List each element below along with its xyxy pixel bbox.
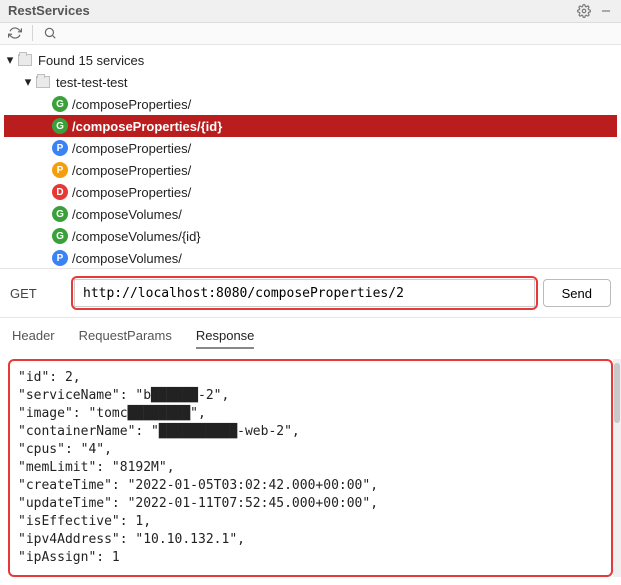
tree-item[interactable]: P/composeProperties/ xyxy=(4,159,617,181)
chevron-down-icon[interactable]: ▾ xyxy=(22,74,34,90)
search-icon[interactable] xyxy=(43,26,57,40)
method-badge: P xyxy=(52,140,68,156)
folder-icon xyxy=(36,76,50,88)
tree-item[interactable]: G/composeProperties/{id} xyxy=(4,115,617,137)
tree-item-label: /composeVolumes/{id} xyxy=(72,229,201,244)
tree-item[interactable]: G/composeVolumes/{id} xyxy=(4,225,617,247)
tree-item-label: /composeVolumes/ xyxy=(72,207,182,222)
service-tree: ▾ Found 15 services ▾ test-test-test G/c… xyxy=(0,45,621,268)
minimize-icon[interactable] xyxy=(599,4,613,18)
request-row: GET Send xyxy=(0,268,621,318)
tree-item[interactable]: D/composeProperties/ xyxy=(4,181,617,203)
tree-item[interactable]: P/composeProperties/ xyxy=(4,137,617,159)
tree-item[interactable]: P/composeVolumes/ xyxy=(4,247,617,268)
tree-project[interactable]: ▾ test-test-test xyxy=(4,71,617,93)
refresh-icon[interactable] xyxy=(8,26,22,40)
chevron-down-icon[interactable]: ▾ xyxy=(4,52,16,68)
method-badge: G xyxy=(52,96,68,112)
tree-item[interactable]: G/composeVolumes/ xyxy=(4,203,617,225)
tree-root-label: Found 15 services xyxy=(38,53,144,68)
titlebar: RestServices xyxy=(0,0,621,23)
response-area: "id": 2, "serviceName": "b██████-2", "im… xyxy=(8,359,613,577)
tree-project-label: test-test-test xyxy=(56,75,128,90)
method-badge: P xyxy=(52,162,68,178)
send-button[interactable]: Send xyxy=(543,279,611,307)
scrollbar-thumb[interactable] xyxy=(614,363,620,423)
tree-item[interactable]: G/composeProperties/ xyxy=(4,93,617,115)
gear-icon[interactable] xyxy=(577,4,591,18)
response-tabs: Header RequestParams Response xyxy=(0,318,621,359)
divider xyxy=(32,25,33,41)
tree-item-label: /composeProperties/{id} xyxy=(72,119,222,134)
folder-icon xyxy=(18,54,32,66)
url-input[interactable] xyxy=(74,279,535,307)
tree-item-label: /composeVolumes/ xyxy=(72,251,182,266)
method-badge: G xyxy=(52,206,68,222)
scrollbar[interactable] xyxy=(613,359,621,577)
tree-item-label: /composeProperties/ xyxy=(72,141,191,156)
tree-item-label: /composeProperties/ xyxy=(72,163,191,178)
toolbar xyxy=(0,23,621,46)
tree-item-label: /composeProperties/ xyxy=(72,185,191,200)
tab-header[interactable]: Header xyxy=(12,328,55,349)
method-badge: D xyxy=(52,184,68,200)
method-badge: P xyxy=(52,250,68,266)
method-badge: G xyxy=(52,228,68,244)
tab-request-params[interactable]: RequestParams xyxy=(79,328,172,349)
tree-root[interactable]: ▾ Found 15 services xyxy=(4,49,617,71)
tab-response[interactable]: Response xyxy=(196,328,255,349)
response-body: "id": 2, "serviceName": "b██████-2", "im… xyxy=(8,359,613,577)
tree-item-label: /composeProperties/ xyxy=(72,97,191,112)
window-title: RestServices xyxy=(8,3,569,18)
method-badge: G xyxy=(52,118,68,134)
http-method[interactable]: GET xyxy=(10,286,66,301)
